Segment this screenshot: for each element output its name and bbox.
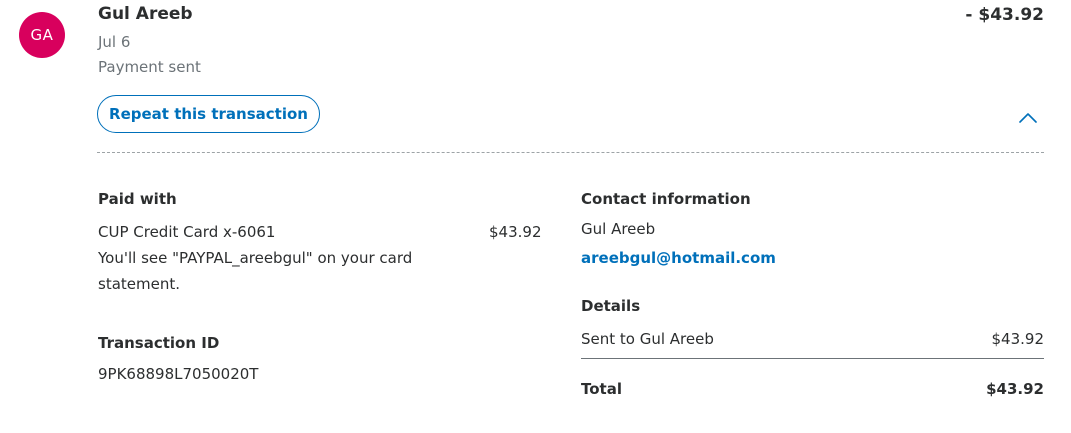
contact-info-heading: Contact information bbox=[581, 190, 751, 208]
collapse-button[interactable] bbox=[1016, 108, 1040, 128]
transaction-date: Jul 6 bbox=[98, 33, 131, 51]
transaction-id-heading: Transaction ID bbox=[98, 334, 220, 352]
repeat-transaction-button[interactable]: Repeat this transaction bbox=[97, 95, 320, 133]
transaction-amount: - $43.92 bbox=[965, 5, 1044, 25]
transaction-id-value: 9PK68898L7050020T bbox=[98, 365, 259, 383]
chevron-up-icon bbox=[1019, 113, 1037, 123]
sent-to-label: Sent to Gul Areeb bbox=[581, 330, 714, 348]
statement-note: You'll see "PAYPAL_areebgul" on your car… bbox=[98, 249, 413, 293]
avatar: GA bbox=[19, 12, 65, 58]
details-heading: Details bbox=[581, 297, 641, 315]
total-amount: $43.92 bbox=[986, 380, 1044, 398]
recipient-name: Gul Areeb bbox=[98, 4, 193, 24]
total-label: Total bbox=[581, 380, 622, 398]
transaction-detail-panel: GA Gul Areeb Jul 6 Payment sent - $43.92… bbox=[0, 0, 1071, 433]
section-divider bbox=[97, 152, 1044, 153]
transaction-status: Payment sent bbox=[98, 58, 201, 76]
sent-to-amount: $43.92 bbox=[991, 330, 1045, 348]
contact-email-link[interactable]: areebgul@hotmail.com bbox=[581, 245, 776, 271]
payment-card: CUP Credit Card x-6061 bbox=[98, 223, 276, 241]
total-divider bbox=[581, 358, 1044, 359]
paid-amount: $43.92 bbox=[489, 223, 542, 241]
contact-name: Gul Areeb bbox=[581, 220, 656, 238]
paid-with-heading: Paid with bbox=[98, 190, 177, 208]
